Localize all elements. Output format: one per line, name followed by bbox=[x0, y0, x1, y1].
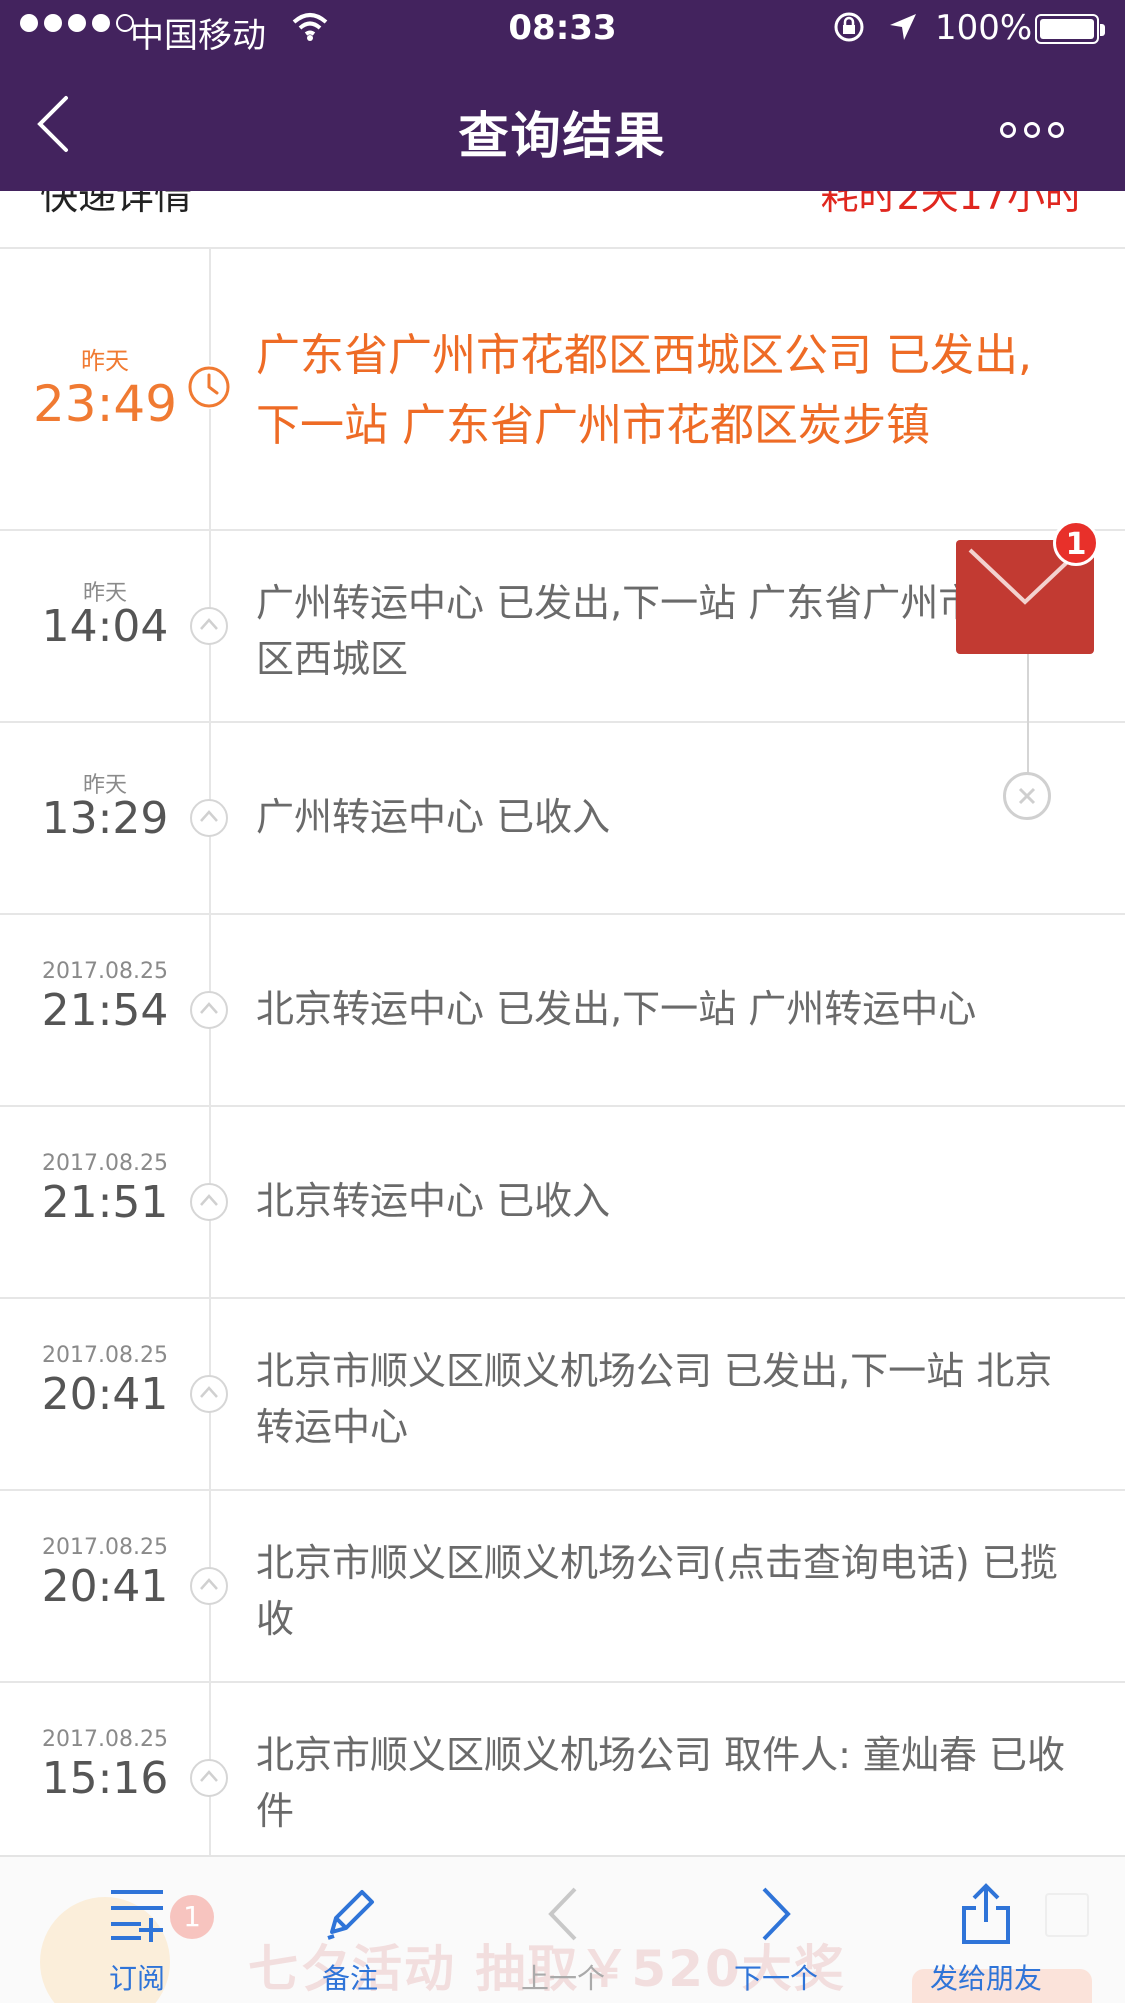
event-date: 2017.08.25 bbox=[42, 1343, 168, 1368]
express-detail-label: 快递详情 bbox=[40, 191, 193, 218]
timeline-event[interactable]: 昨天 23:49 广东省广州市花都区西城区公司 已发出,下一站 广东省广州市花都… bbox=[0, 249, 1125, 531]
nav-bar: 查询结果 bbox=[0, 60, 1125, 191]
more-dots-icon bbox=[1000, 122, 1016, 138]
subscribe-list-icon bbox=[111, 1890, 163, 1942]
event-text: 北京市顺义区顺义机场公司(点击查询电话) 已揽收 bbox=[256, 1541, 1058, 1641]
tab-label: 发给朋友 bbox=[929, 1962, 1042, 1995]
timeline-event[interactable]: 2017.08.25 20:41 北京市顺义区顺义机场公司 已发出,下一站 北京… bbox=[0, 1299, 1125, 1491]
chevron-right-icon bbox=[762, 1887, 791, 1941]
timeline-event[interactable]: 2017.08.25 15:16 北京市顺义区顺义机场公司 取件人: 童灿春 已… bbox=[0, 1683, 1125, 1873]
tracking-timeline: 昨天 23:49 广东省广州市花都区西城区公司 已发出,下一站 广东省广州市花都… bbox=[0, 249, 1125, 1873]
share-icon bbox=[962, 1883, 1010, 1944]
event-time: 23:49 bbox=[32, 375, 178, 433]
event-time: 20:41 bbox=[41, 1561, 169, 1612]
battery-icon bbox=[1035, 14, 1105, 44]
event-date: 2017.08.25 bbox=[42, 1727, 168, 1752]
tab-label: 订阅 bbox=[108, 1962, 165, 1995]
elapsed-time: 耗时2天17小时 bbox=[820, 191, 1083, 218]
event-date: 昨天 bbox=[81, 347, 129, 375]
event-date: 2017.08.25 bbox=[42, 959, 168, 984]
pencil-icon bbox=[327, 1890, 374, 1940]
event-time: 13:29 bbox=[41, 793, 169, 844]
event-time: 15:16 bbox=[41, 1753, 169, 1804]
tab-subscribe[interactable]: 订阅 bbox=[57, 1857, 217, 2003]
tab-next[interactable]: 下一个 bbox=[696, 1857, 856, 2003]
event-text: 北京转运中心 已发出,下一站 广州转运中心 bbox=[256, 987, 977, 1031]
event-text: 北京市顺义区顺义机场公司 已发出,下一站 北京转运中心 bbox=[256, 1349, 1053, 1449]
page-title: 查询结果 bbox=[458, 107, 667, 165]
timeline-event[interactable]: 2017.08.25 21:51 北京转运中心 已收入 bbox=[0, 1107, 1125, 1299]
tab-previous[interactable]: 上一个 bbox=[483, 1857, 643, 2003]
event-text: 广州转运中心 已收入 bbox=[256, 795, 611, 839]
timeline-node-icon bbox=[190, 1567, 228, 1605]
tab-label: 下一个 bbox=[733, 1962, 818, 1995]
status-bar: 中国移动 08:33 100% bbox=[0, 0, 1125, 60]
event-time: 20:41 bbox=[41, 1369, 169, 1420]
event-time: 14:04 bbox=[41, 601, 169, 652]
timeline-node-icon bbox=[190, 1183, 228, 1221]
event-date: 2017.08.25 bbox=[42, 1151, 168, 1176]
tab-share[interactable]: 发给朋友 bbox=[906, 1857, 1066, 2003]
mail-badge: 1 bbox=[1053, 520, 1099, 566]
summary-row: 快递详情 耗时2天17小时 bbox=[0, 191, 1125, 249]
bottom-toolbar: 1 七夕活动 抽取￥520大奖 订阅 备注 上一个 下一个 发给朋友 bbox=[0, 1855, 1125, 2003]
close-mail-button[interactable] bbox=[1003, 772, 1051, 820]
chevron-left-icon bbox=[548, 1887, 577, 1941]
mail-widget: 1 bbox=[950, 520, 1120, 820]
event-date: 2017.08.25 bbox=[42, 1535, 168, 1560]
timeline-node-icon bbox=[190, 1759, 228, 1797]
tab-label: 上一个 bbox=[520, 1962, 605, 1995]
event-time: 21:54 bbox=[41, 985, 169, 1036]
event-text: 广东省广州市花都区西城区公司 已发出,下一站 广东省广州市花都区炭步镇 bbox=[256, 330, 1032, 451]
rotation-lock-icon bbox=[834, 12, 864, 42]
event-text: 北京市顺义区顺义机场公司 取件人: 童灿春 已收件 bbox=[256, 1733, 1066, 1833]
event-time: 21:51 bbox=[41, 1177, 169, 1228]
event-text: 广州转运中心 已发出,下一站 广东省广州市花都区西城区 bbox=[256, 581, 1053, 681]
more-button[interactable] bbox=[1000, 110, 1080, 150]
timeline-node-icon bbox=[190, 607, 228, 645]
tab-label: 备注 bbox=[321, 1962, 378, 1995]
timeline-node-icon bbox=[190, 1375, 228, 1413]
clock-icon bbox=[187, 365, 231, 409]
timeline-node-icon bbox=[190, 799, 228, 837]
close-icon bbox=[1018, 787, 1036, 805]
timeline-event[interactable]: 2017.08.25 20:41 北京市顺义区顺义机场公司(点击查询电话) 已揽… bbox=[0, 1491, 1125, 1683]
location-arrow-icon bbox=[890, 14, 916, 40]
timeline-event[interactable]: 2017.08.25 21:54 北京转运中心 已发出,下一站 广州转运中心 bbox=[0, 915, 1125, 1107]
battery-percent: 100% bbox=[935, 8, 1033, 48]
timeline-node-icon bbox=[190, 991, 228, 1029]
tab-note[interactable]: 备注 bbox=[270, 1857, 430, 2003]
event-text: 北京转运中心 已收入 bbox=[256, 1179, 611, 1223]
